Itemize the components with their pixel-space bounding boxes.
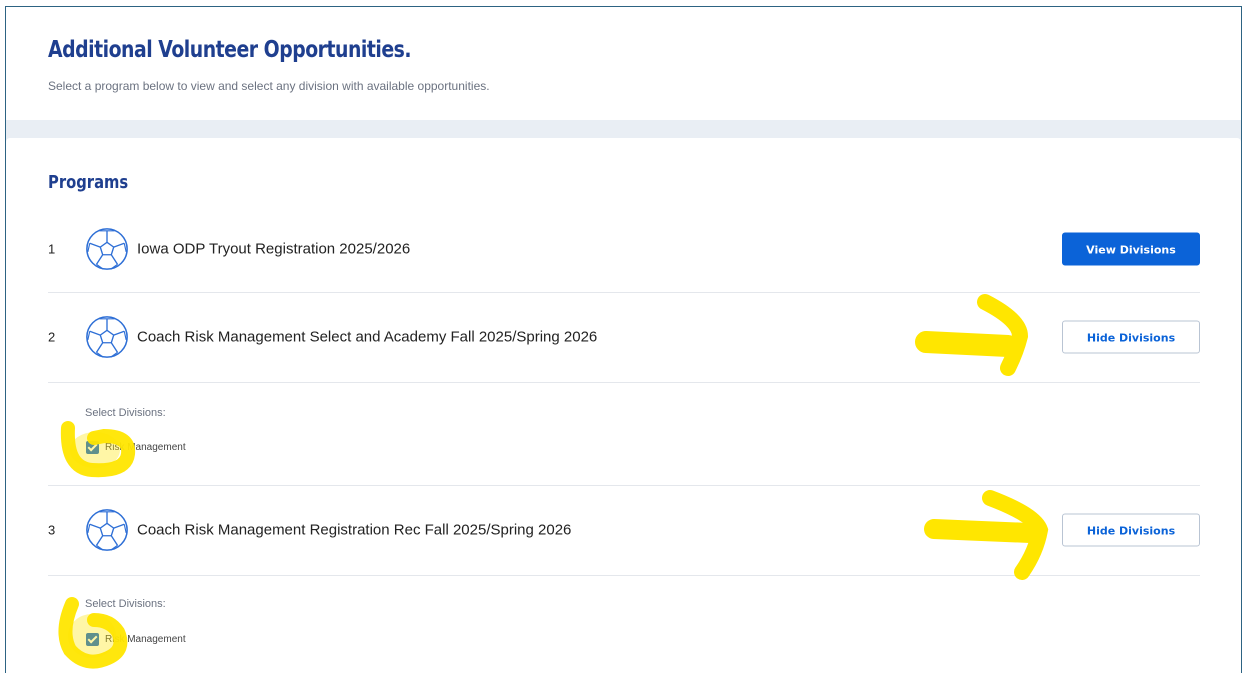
page-subtitle: Select a program below to view and selec… bbox=[48, 79, 490, 93]
program-name: Iowa ODP Tryout Registration 2025/2026 bbox=[137, 240, 411, 258]
program-index: 1 bbox=[48, 241, 56, 257]
header-card: Additional Volunteer Opportunities. Sele… bbox=[6, 7, 1241, 120]
hide-divisions-button[interactable]: Hide Divisions bbox=[1062, 513, 1200, 547]
division-label: Risk Management bbox=[105, 442, 186, 453]
division-option-risk-management[interactable]: Risk Management bbox=[86, 633, 186, 646]
program-index: 2 bbox=[48, 329, 56, 345]
soccer-ball-icon bbox=[86, 228, 128, 270]
division-checkbox[interactable] bbox=[86, 633, 99, 646]
program-name: Coach Risk Management Select and Academy… bbox=[137, 328, 598, 346]
select-divisions-label: Select Divisions: bbox=[85, 598, 166, 610]
program-row-1: 1 Iowa ODP Tryout Registration 2025/2026… bbox=[48, 205, 1200, 293]
soccer-ball-icon bbox=[86, 509, 128, 551]
division-checkbox[interactable] bbox=[86, 441, 99, 454]
division-panel-2: Select Divisions: Risk Management bbox=[48, 383, 648, 483]
program-row-2: 2 Coach Risk Management Select and Acade… bbox=[48, 293, 1200, 381]
view-divisions-button[interactable]: View Divisions bbox=[1062, 232, 1200, 266]
program-row-3: 3 Coach Risk Management Registration Rec… bbox=[48, 486, 1200, 574]
division-label: Risk Management bbox=[105, 634, 186, 645]
division-panel-3: Select Divisions: Risk Management bbox=[48, 576, 648, 673]
program-name: Coach Risk Management Registration Rec F… bbox=[137, 521, 572, 539]
program-index: 3 bbox=[48, 522, 56, 538]
division-option-risk-management[interactable]: Risk Management bbox=[86, 441, 186, 454]
select-divisions-label: Select Divisions: bbox=[85, 407, 166, 419]
soccer-ball-icon bbox=[86, 316, 128, 358]
page-title: Additional Volunteer Opportunities. bbox=[48, 37, 412, 63]
hide-divisions-button[interactable]: Hide Divisions bbox=[1062, 320, 1200, 354]
programs-heading: Programs bbox=[48, 172, 129, 193]
page-frame: Additional Volunteer Opportunities. Sele… bbox=[5, 6, 1242, 673]
